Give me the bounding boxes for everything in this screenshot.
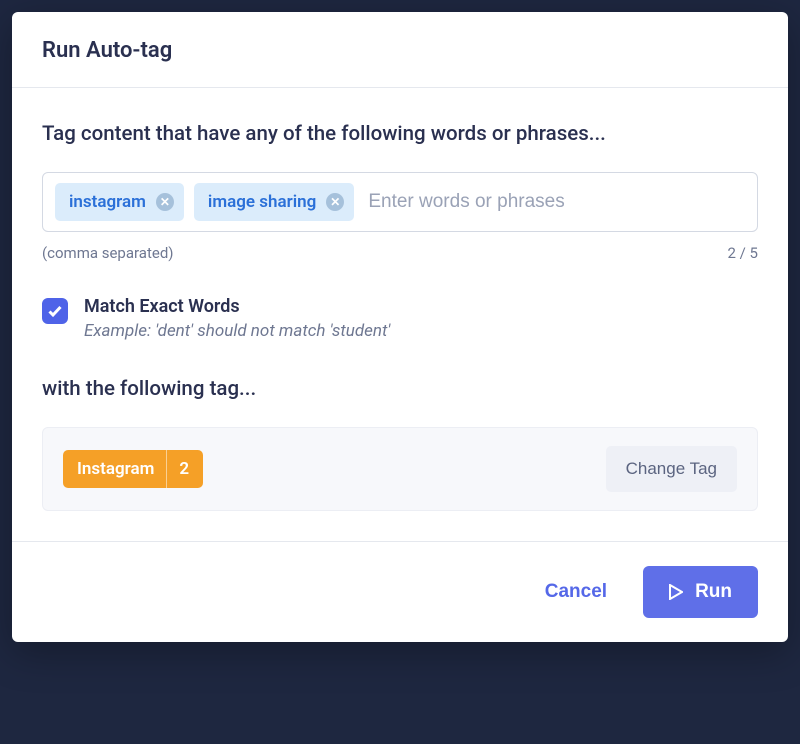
modal-header: Run Auto-tag <box>12 12 788 88</box>
play-icon <box>669 584 683 600</box>
modal-title: Run Auto-tag <box>42 38 758 63</box>
word-chip-label: instagram <box>69 192 146 212</box>
match-exact-checkbox[interactable] <box>42 298 68 324</box>
match-exact-example: Example: 'dent' should not match 'studen… <box>84 321 390 341</box>
words-input-container[interactable]: instagram ✕ image sharing ✕ <box>42 172 758 232</box>
word-chip: instagram ✕ <box>55 183 184 221</box>
word-chip-label: image sharing <box>208 192 316 212</box>
selected-tag-box: Instagram 2 Change Tag <box>42 427 758 511</box>
selected-tag-name: Instagram <box>63 450 166 488</box>
words-input[interactable] <box>364 185 745 219</box>
selected-tag-pill: Instagram 2 <box>63 450 203 488</box>
run-button[interactable]: Run <box>643 566 758 618</box>
tag-section-label: with the following tag... <box>42 377 758 401</box>
words-hint-row: (comma separated) 2 / 5 <box>42 244 758 262</box>
cancel-button[interactable]: Cancel <box>537 571 615 613</box>
run-button-label: Run <box>695 581 732 603</box>
selected-tag-count: 2 <box>166 450 203 488</box>
modal-body: Tag content that have any of the followi… <box>12 88 788 541</box>
chip-remove-icon[interactable]: ✕ <box>326 193 344 211</box>
match-exact-title: Match Exact Words <box>84 296 390 317</box>
words-count: 2 / 5 <box>728 244 759 262</box>
words-section-label: Tag content that have any of the followi… <box>42 122 758 146</box>
word-chip: image sharing ✕ <box>194 183 354 221</box>
chip-remove-icon[interactable]: ✕ <box>156 193 174 211</box>
match-exact-labels: Match Exact Words Example: 'dent' should… <box>84 296 390 341</box>
words-hint-left: (comma separated) <box>42 244 174 262</box>
change-tag-button[interactable]: Change Tag <box>606 446 737 492</box>
check-icon <box>47 303 63 319</box>
auto-tag-modal: Run Auto-tag Tag content that have any o… <box>12 12 788 642</box>
modal-footer: Cancel Run <box>12 541 788 642</box>
match-exact-row: Match Exact Words Example: 'dent' should… <box>42 296 758 341</box>
